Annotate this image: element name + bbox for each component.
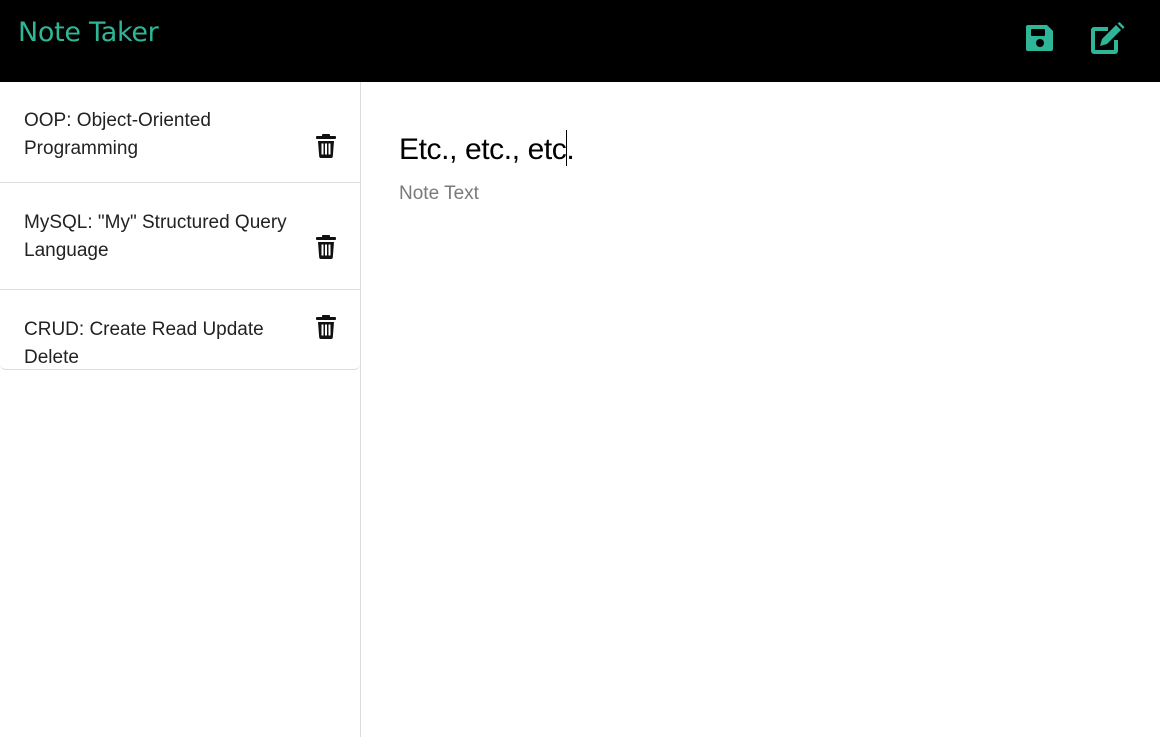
notes-sidebar: OOP: Object-Oriented Programming MySQL: … xyxy=(0,82,361,737)
list-item[interactable]: OOP: Object-Oriented Programming xyxy=(0,82,360,183)
delete-note-icon[interactable] xyxy=(316,134,336,158)
delete-note-icon[interactable] xyxy=(316,235,336,259)
note-title-input[interactable] xyxy=(399,128,1119,172)
list-item[interactable]: CRUD: Create Read Update Delete xyxy=(0,290,360,370)
navbar: Note Taker xyxy=(0,0,1160,82)
note-title[interactable]: CRUD: Create Read Update Delete xyxy=(24,316,320,372)
new-note-icon[interactable] xyxy=(1088,22,1125,58)
list-item[interactable]: MySQL: "My" Structured Query Language xyxy=(0,183,360,290)
note-list: OOP: Object-Oriented Programming MySQL: … xyxy=(0,82,360,370)
delete-note-icon[interactable] xyxy=(316,315,336,339)
save-note-icon[interactable] xyxy=(1024,22,1060,58)
note-title[interactable]: MySQL: "My" Structured Query Language xyxy=(24,209,290,265)
text-cursor xyxy=(566,130,567,166)
app-title[interactable]: Note Taker xyxy=(18,17,159,48)
note-text-area[interactable] xyxy=(399,180,1119,700)
note-title[interactable]: OOP: Object-Oriented Programming xyxy=(24,107,314,163)
note-editor xyxy=(361,82,1160,737)
